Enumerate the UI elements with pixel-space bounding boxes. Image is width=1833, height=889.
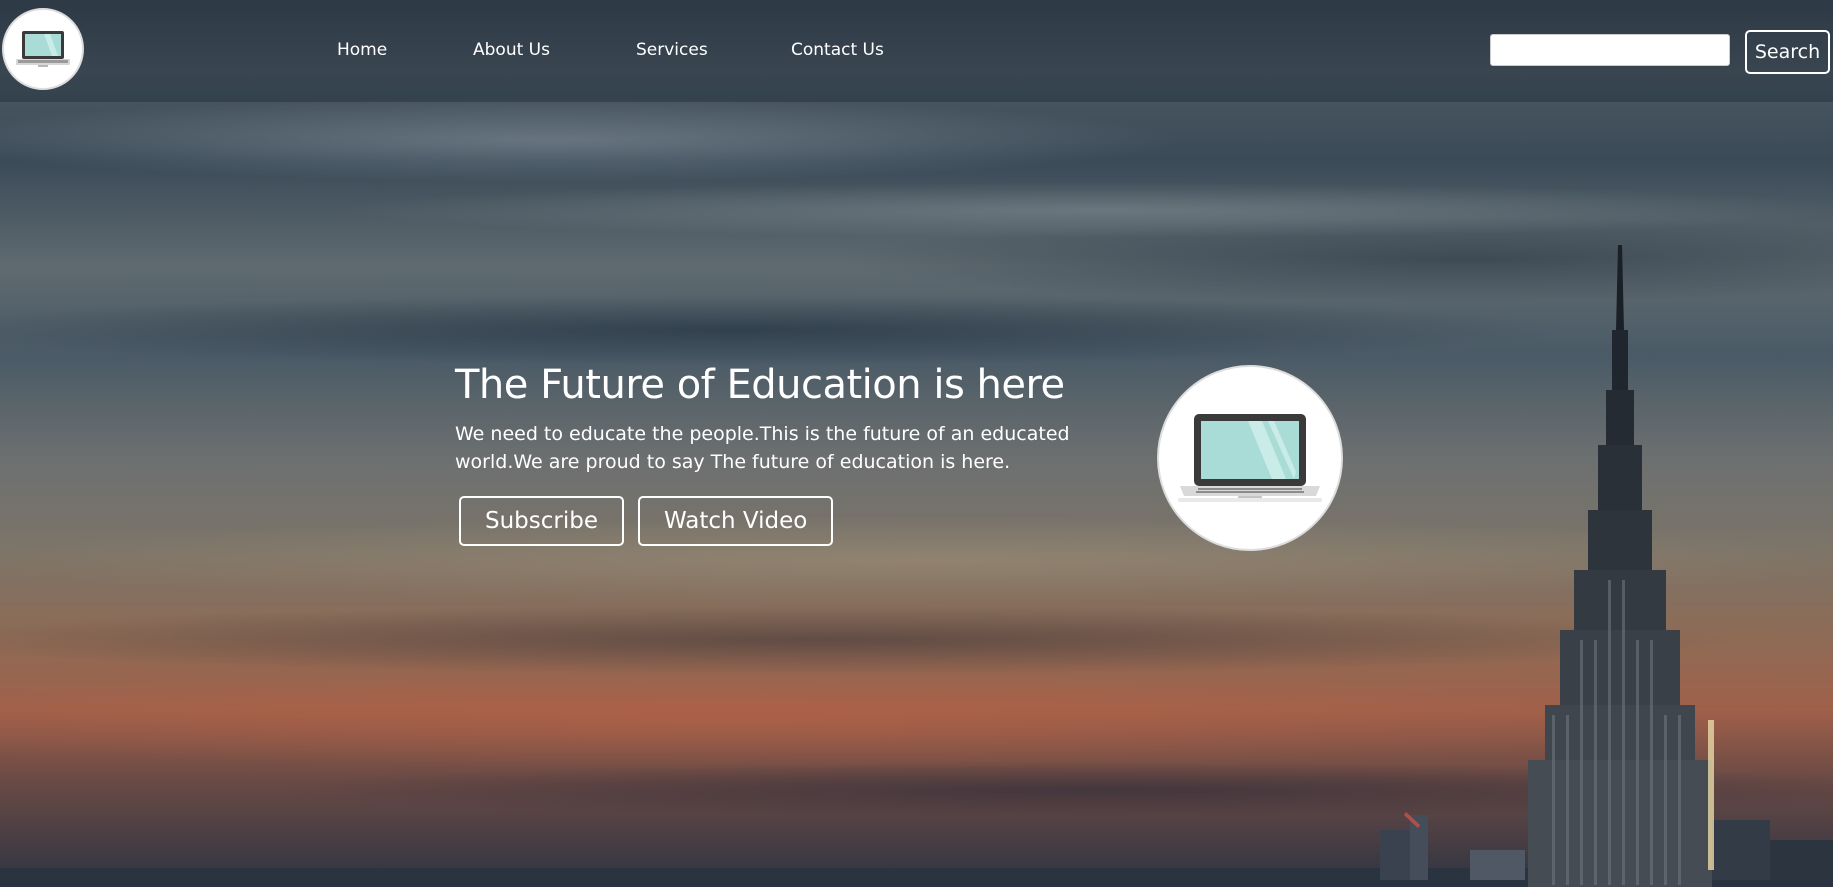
hero-title: The Future of Education is here (455, 362, 1065, 408)
nav-link-about-us[interactable]: About Us (473, 40, 550, 60)
nav-link-home[interactable]: Home (337, 40, 387, 60)
hero-description: We need to educate the people.This is th… (455, 423, 1070, 473)
search-button[interactable]: Search (1745, 30, 1830, 74)
navbar: Home About Us Services Contact Us Search (0, 0, 1833, 102)
hero-image (1157, 365, 1343, 551)
hero-section: Home About Us Services Contact Us Search… (0, 0, 1833, 887)
subscribe-button[interactable]: Subscribe (459, 496, 625, 546)
search-input[interactable] (1490, 34, 1730, 66)
watch-video-button[interactable]: Watch Video (638, 496, 834, 546)
hero-actions: Subscribe Watch Video (459, 496, 1075, 546)
laptop-icon (1178, 414, 1322, 502)
logo[interactable] (2, 8, 84, 90)
hero-content: The Future of Education is here We need … (455, 358, 1075, 546)
nav-link-services[interactable]: Services (636, 40, 708, 60)
laptop-icon (16, 31, 70, 67)
nav-link-contact-us[interactable]: Contact Us (791, 40, 884, 60)
